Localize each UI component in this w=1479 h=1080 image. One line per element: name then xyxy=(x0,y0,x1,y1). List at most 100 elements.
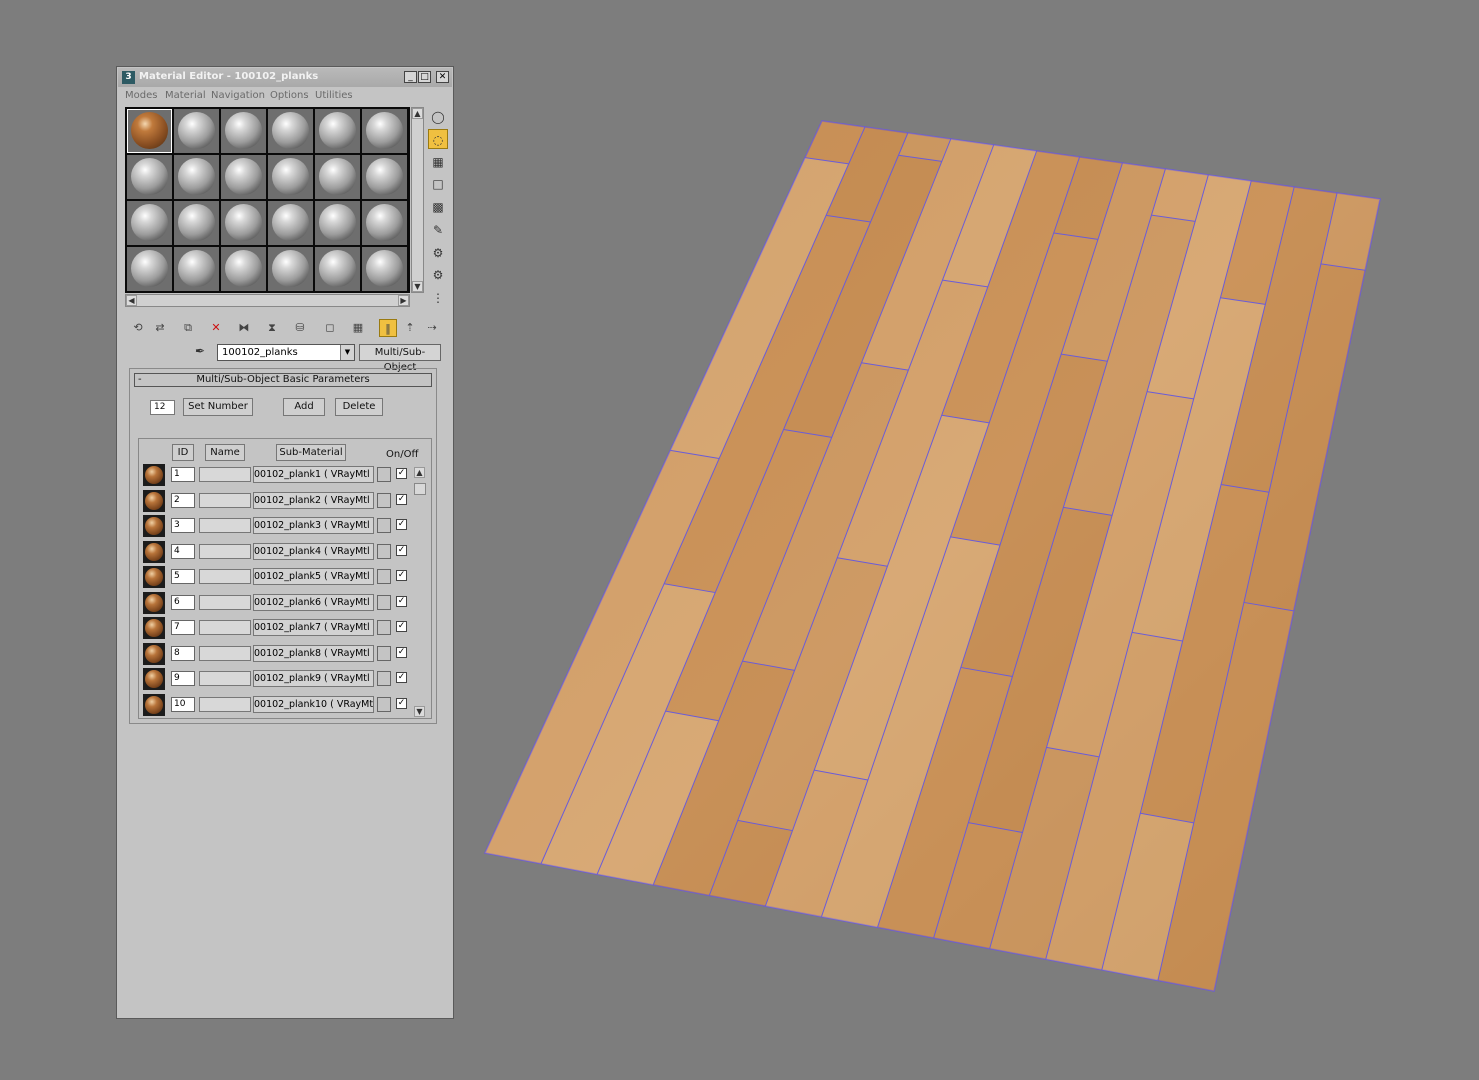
sub-material-thumbnail-icon[interactable] xyxy=(143,540,165,563)
backlight-icon[interactable]: ◌ xyxy=(428,129,448,149)
sample-slot[interactable] xyxy=(221,109,266,153)
sub-material-thumbnail-icon[interactable] xyxy=(143,515,165,537)
sub-material-on-off-checkbox[interactable]: ✓ xyxy=(396,493,407,505)
sub-material-id-field[interactable]: 4 xyxy=(171,543,195,559)
sub-material-on-off-checkbox[interactable]: ✓ xyxy=(396,697,407,709)
sub-material-name-field[interactable] xyxy=(199,645,251,661)
sample-slot[interactable] xyxy=(127,155,172,199)
sub-material-button[interactable]: 00102_plank1 ( VRayMtl ) xyxy=(253,466,374,483)
select-by-material-icon[interactable]: ⚙ xyxy=(428,265,448,285)
sub-material-button[interactable]: 00102_plank9 ( VRayMtl ) xyxy=(253,670,374,687)
sub-material-thumbnail-icon[interactable] xyxy=(143,566,165,588)
chevron-down-icon[interactable]: ▼ xyxy=(340,345,354,360)
sub-material-button[interactable]: 00102_plank8 ( VRayMtl ) xyxy=(253,644,374,662)
put-material-to-scene-icon[interactable]: ⇄ xyxy=(151,319,169,337)
sample-slot[interactable] xyxy=(315,155,360,199)
sample-slot[interactable] xyxy=(362,109,407,153)
sub-material-id-field[interactable]: 6 xyxy=(171,594,195,610)
sub-material-button[interactable]: 00102_plank10 ( VRayMtl ) xyxy=(253,695,374,713)
sub-material-button[interactable]: 00102_plank5 ( VRayMtl ) xyxy=(253,568,374,585)
sub-material-button[interactable]: 00102_plank6 ( VRayMtl ) xyxy=(253,593,374,611)
sample-type-sphere-icon[interactable]: ◯ xyxy=(428,107,448,127)
sample-slot[interactable] xyxy=(127,201,172,245)
material-map-navigator-icon[interactable]: ⋮ xyxy=(428,288,448,308)
make-preview-icon[interactable]: ✎ xyxy=(428,220,448,240)
sub-material-color-swatch[interactable] xyxy=(377,492,391,508)
sub-material-button[interactable]: 00102_plank3 ( VRayMtl ) xyxy=(253,517,374,534)
sub-material-thumbnail-icon[interactable] xyxy=(143,489,165,512)
sample-slot[interactable] xyxy=(315,201,360,245)
material-type-button[interactable]: Multi/Sub-Object xyxy=(359,344,441,373)
video-color-check-icon[interactable]: ▩ xyxy=(428,197,448,217)
sample-slot[interactable] xyxy=(362,155,407,199)
maximize-button[interactable]: □ xyxy=(418,71,431,83)
sub-material-id-field[interactable]: 10 xyxy=(171,696,195,712)
sub-material-thumbnail-icon[interactable] xyxy=(143,693,165,716)
sample-slot[interactable] xyxy=(174,201,219,245)
go-to-parent-icon[interactable]: ⇡ xyxy=(401,319,419,337)
sub-material-button[interactable]: 00102_plank2 ( VRayMtl ) xyxy=(253,491,374,509)
assign-material-icon[interactable]: ⧉ xyxy=(179,319,197,337)
sub-material-color-swatch[interactable] xyxy=(377,467,391,482)
collapse-icon[interactable]: - xyxy=(138,374,142,386)
sample-slot[interactable] xyxy=(221,155,266,199)
sub-material-thumbnail-icon[interactable] xyxy=(143,668,165,690)
show-in-viewport-icon[interactable]: ▦ xyxy=(349,319,367,337)
options-icon[interactable]: ⚙ xyxy=(428,243,448,263)
sub-material-id-field[interactable]: 3 xyxy=(171,518,195,533)
scroll-left-icon[interactable]: ◀ xyxy=(126,295,137,306)
get-material-icon[interactable]: ⟲ xyxy=(129,319,147,337)
pick-material-eyedropper-icon[interactable]: ✒ xyxy=(195,344,211,360)
delete-button[interactable]: Delete xyxy=(335,398,383,416)
background-checker-icon[interactable]: ▦ xyxy=(428,152,448,172)
sub-material-thumbnail-icon[interactable] xyxy=(143,464,165,486)
sub-material-on-off-checkbox[interactable]: ✓ xyxy=(396,468,407,479)
sub-material-name-field[interactable] xyxy=(199,518,251,533)
sub-material-button[interactable]: 00102_plank7 ( VRayMtl ) xyxy=(253,619,374,636)
material-id-channel-icon[interactable]: ◻ xyxy=(321,319,339,337)
scroll-right-icon[interactable]: ▶ xyxy=(398,295,409,306)
sub-material-name-field[interactable] xyxy=(199,492,251,508)
sub-material-on-off-checkbox[interactable]: ✓ xyxy=(396,646,407,658)
sub-material-color-swatch[interactable] xyxy=(377,518,391,533)
sample-slot[interactable] xyxy=(268,155,313,199)
sub-material-id-field[interactable]: 9 xyxy=(171,671,195,686)
sub-material-id-field[interactable]: 7 xyxy=(171,620,195,635)
sample-slot[interactable] xyxy=(362,247,407,291)
sub-material-button[interactable]: 00102_plank4 ( VRayMtl ) xyxy=(253,542,374,560)
sample-uv-tiling-icon[interactable]: □ xyxy=(428,174,448,194)
make-unique-icon[interactable]: ⧗ xyxy=(263,319,281,337)
scroll-up-icon[interactable]: ▲ xyxy=(414,467,425,478)
show-end-result-icon[interactable]: ‖ xyxy=(379,319,397,337)
sub-material-color-swatch[interactable] xyxy=(377,696,391,712)
sample-slot[interactable] xyxy=(221,201,266,245)
sub-material-id-field[interactable]: 2 xyxy=(171,492,195,508)
sub-material-thumbnail-icon[interactable] xyxy=(143,617,165,639)
sub-material-id-field[interactable]: 5 xyxy=(171,569,195,584)
id-column-header[interactable]: ID xyxy=(172,444,194,461)
go-forward-to-sibling-icon[interactable]: ⇢ xyxy=(423,319,441,337)
sample-slot[interactable] xyxy=(174,155,219,199)
sub-material-name-field[interactable] xyxy=(199,594,251,610)
sub-material-name-field[interactable] xyxy=(199,696,251,712)
sub-material-color-swatch[interactable] xyxy=(377,543,391,559)
sub-material-name-field[interactable] xyxy=(199,671,251,686)
minimize-button[interactable]: _ xyxy=(404,71,417,83)
sample-slot[interactable] xyxy=(268,109,313,153)
sample-slot[interactable] xyxy=(315,109,360,153)
sub-material-name-field[interactable] xyxy=(199,543,251,559)
menu-material[interactable]: Material xyxy=(165,90,206,101)
sub-material-color-swatch[interactable] xyxy=(377,594,391,610)
set-number-button[interactable]: Set Number xyxy=(183,398,253,416)
sub-material-color-swatch[interactable] xyxy=(377,569,391,584)
copy-material-icon[interactable]: ⧓ xyxy=(235,319,253,337)
menu-utilities[interactable]: Utilities xyxy=(315,90,353,101)
scrollbar-thumb[interactable] xyxy=(414,483,426,495)
sub-material-column-header[interactable]: Sub-Material xyxy=(276,444,346,461)
add-button[interactable]: Add xyxy=(283,398,325,416)
title-bar[interactable]: 3 Material Editor - 100102_planks _ □ ✕ xyxy=(118,68,452,87)
sub-material-on-off-checkbox[interactable]: ✓ xyxy=(396,595,407,607)
sample-slot[interactable] xyxy=(127,109,172,153)
material-count-field[interactable]: 12 xyxy=(150,400,175,415)
sub-material-color-swatch[interactable] xyxy=(377,645,391,661)
